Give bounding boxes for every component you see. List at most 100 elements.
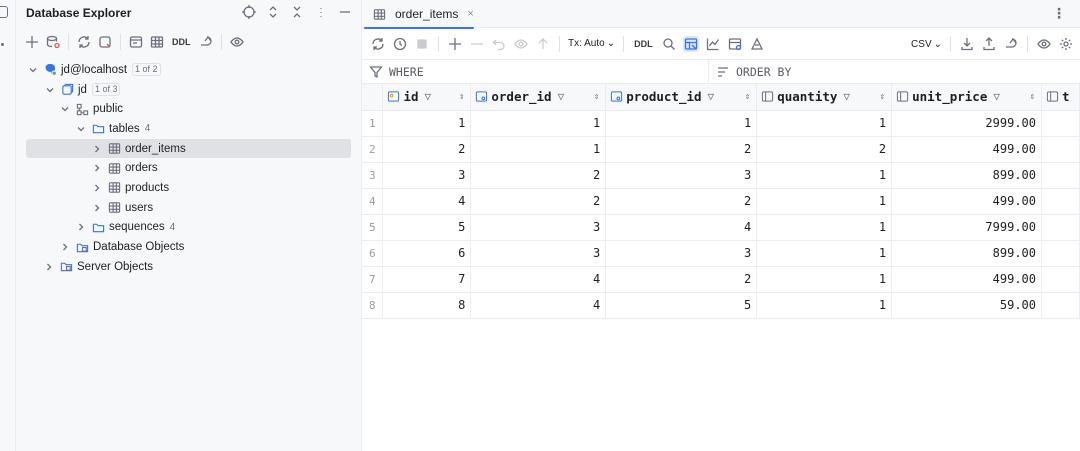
- delete-row-icon[interactable]: [469, 36, 485, 52]
- row-number[interactable]: 4: [362, 188, 384, 215]
- row-number[interactable]: 6: [362, 240, 384, 267]
- history-icon[interactable]: [392, 36, 408, 52]
- table-view-icon[interactable]: [149, 34, 165, 50]
- table-row[interactable]: 6 6 3 3 1 899.00: [362, 240, 1080, 267]
- add-row-icon[interactable]: [447, 36, 463, 52]
- chevron-right-icon[interactable]: [90, 142, 104, 156]
- view-icon[interactable]: [1036, 36, 1052, 52]
- table-cell[interactable]: 2: [382, 136, 472, 163]
- tree-item-table-orders[interactable]: orders: [16, 158, 361, 178]
- table-cell[interactable]: 1: [756, 162, 893, 189]
- table-row[interactable]: 3 3 2 3 1 899.00: [362, 162, 1080, 189]
- table-cell[interactable]: 2: [605, 266, 758, 293]
- column-filter-icon[interactable]: ▽: [993, 90, 1000, 103]
- table-cell[interactable]: 5: [382, 214, 472, 241]
- minimize-icon[interactable]: [337, 4, 353, 20]
- table-cell[interactable]: 2: [470, 188, 607, 215]
- table-cell[interactable]: 7: [382, 266, 472, 293]
- table-cell-truncated[interactable]: [1041, 136, 1080, 163]
- chevron-right-icon[interactable]: [90, 201, 104, 215]
- table-cell[interactable]: 3: [605, 240, 758, 267]
- table-cell-truncated[interactable]: [1041, 266, 1080, 293]
- column-header-product-id[interactable]: product_id ▽ ⇕: [605, 84, 758, 111]
- more-options-icon[interactable]: ⋮: [1052, 5, 1066, 22]
- sql-console-icon[interactable]: [128, 34, 144, 50]
- table-cell[interactable]: 899.00: [891, 240, 1042, 267]
- tree-item-database-objects[interactable]: Database Objects: [16, 237, 361, 257]
- row-number[interactable]: 3: [362, 162, 384, 189]
- tree-item-server-objects[interactable]: Server Objects: [16, 257, 361, 277]
- column-filter-icon[interactable]: ▽: [708, 90, 715, 103]
- export-format-dropdown[interactable]: CSV ⌄: [911, 39, 942, 50]
- table-mode-icon[interactable]: [682, 35, 699, 52]
- table-row[interactable]: 4 4 2 2 1 499.00: [362, 188, 1080, 215]
- settings-gear-icon[interactable]: [1058, 36, 1074, 52]
- chevron-down-icon[interactable]: [58, 102, 72, 116]
- table-cell[interactable]: 1: [756, 240, 893, 267]
- table-cell-truncated[interactable]: [1041, 110, 1080, 137]
- table-row[interactable]: 1 1 1 1 1 2999.00: [362, 110, 1080, 137]
- collapse-all-icon[interactable]: [289, 4, 305, 20]
- chevron-down-icon[interactable]: [43, 83, 57, 97]
- tree-item-schema-public[interactable]: public: [16, 99, 361, 119]
- row-number[interactable]: 5: [362, 214, 384, 241]
- sort-icon[interactable]: ⇕: [459, 92, 464, 102]
- table-row[interactable]: 5 5 3 4 1 7999.00: [362, 214, 1080, 241]
- table-cell[interactable]: 1: [756, 214, 893, 241]
- preview-changes-icon[interactable]: [513, 36, 529, 52]
- table-cell[interactable]: 3: [382, 162, 472, 189]
- tree-item-table-products[interactable]: products: [16, 178, 361, 198]
- reload-icon[interactable]: [370, 36, 386, 52]
- table-cell[interactable]: 1: [756, 292, 893, 319]
- database-badge[interactable]: 1 of 3: [91, 83, 121, 97]
- table-cell[interactable]: 1: [605, 110, 758, 137]
- table-cell[interactable]: 7999.00: [891, 214, 1042, 241]
- row-number[interactable]: 1: [362, 110, 384, 137]
- chevron-right-icon[interactable]: [74, 220, 88, 234]
- table-cell[interactable]: 2: [605, 136, 758, 163]
- tree-item-sequences-folder[interactable]: sequences 4: [16, 218, 361, 238]
- column-header-id[interactable]: id ▽ ⇕: [382, 84, 472, 111]
- database-tool-icon[interactable]: [0, 6, 8, 18]
- row-number[interactable]: 7: [362, 266, 384, 293]
- chevron-right-icon[interactable]: [90, 181, 104, 195]
- table-cell[interactable]: 1: [756, 266, 893, 293]
- table-cell[interactable]: 899.00: [891, 162, 1042, 189]
- submit-icon[interactable]: [535, 36, 551, 52]
- table-row[interactable]: 2 2 1 2 2 499.00: [362, 136, 1080, 163]
- compare-icon[interactable]: [749, 36, 765, 52]
- table-row[interactable]: 7 7 4 2 1 499.00: [362, 266, 1080, 293]
- ddl-button[interactable]: DDL: [632, 39, 655, 49]
- table-cell[interactable]: 4: [605, 214, 758, 241]
- table-row[interactable]: 8 8 4 5 1 59.00: [362, 292, 1080, 319]
- table-cell[interactable]: 3: [605, 162, 758, 189]
- transaction-mode-dropdown[interactable]: Tx: Auto ⌄: [568, 38, 615, 49]
- table-cell-truncated[interactable]: [1041, 162, 1080, 189]
- sort-icon[interactable]: ⇕: [1030, 92, 1035, 102]
- add-icon[interactable]: [24, 34, 40, 50]
- revert-icon[interactable]: [491, 36, 507, 52]
- table-cell[interactable]: 2: [470, 162, 607, 189]
- order-by-input[interactable]: ORDER BY: [709, 60, 1080, 83]
- tree-item-database[interactable]: jd 1 of 3: [16, 80, 361, 100]
- row-number[interactable]: 8: [362, 292, 384, 319]
- column-header-quantity[interactable]: quantity ▽ ⇕: [756, 84, 893, 111]
- transpose-icon[interactable]: [1003, 36, 1019, 52]
- view-options-icon[interactable]: [229, 34, 245, 50]
- download-icon[interactable]: [959, 36, 975, 52]
- sort-icon[interactable]: ⇕: [745, 92, 750, 102]
- upload-icon[interactable]: [981, 36, 997, 52]
- jump-to-icon[interactable]: [198, 34, 214, 50]
- options-icon[interactable]: [313, 4, 329, 20]
- table-cell-truncated[interactable]: [1041, 292, 1080, 319]
- column-header-order-id[interactable]: order_id ▽ ⇕: [470, 84, 607, 111]
- stop-icon[interactable]: [414, 36, 430, 52]
- sort-icon[interactable]: ⇕: [594, 92, 599, 102]
- pin-tab-icon[interactable]: [727, 36, 743, 52]
- column-filter-icon[interactable]: ▽: [425, 90, 432, 103]
- column-header-truncated[interactable]: t: [1041, 84, 1080, 111]
- refresh-icon[interactable]: [76, 34, 92, 50]
- tab-order-items[interactable]: order_items ×: [362, 0, 474, 29]
- search-icon[interactable]: [661, 36, 677, 52]
- row-number[interactable]: 2: [362, 136, 384, 163]
